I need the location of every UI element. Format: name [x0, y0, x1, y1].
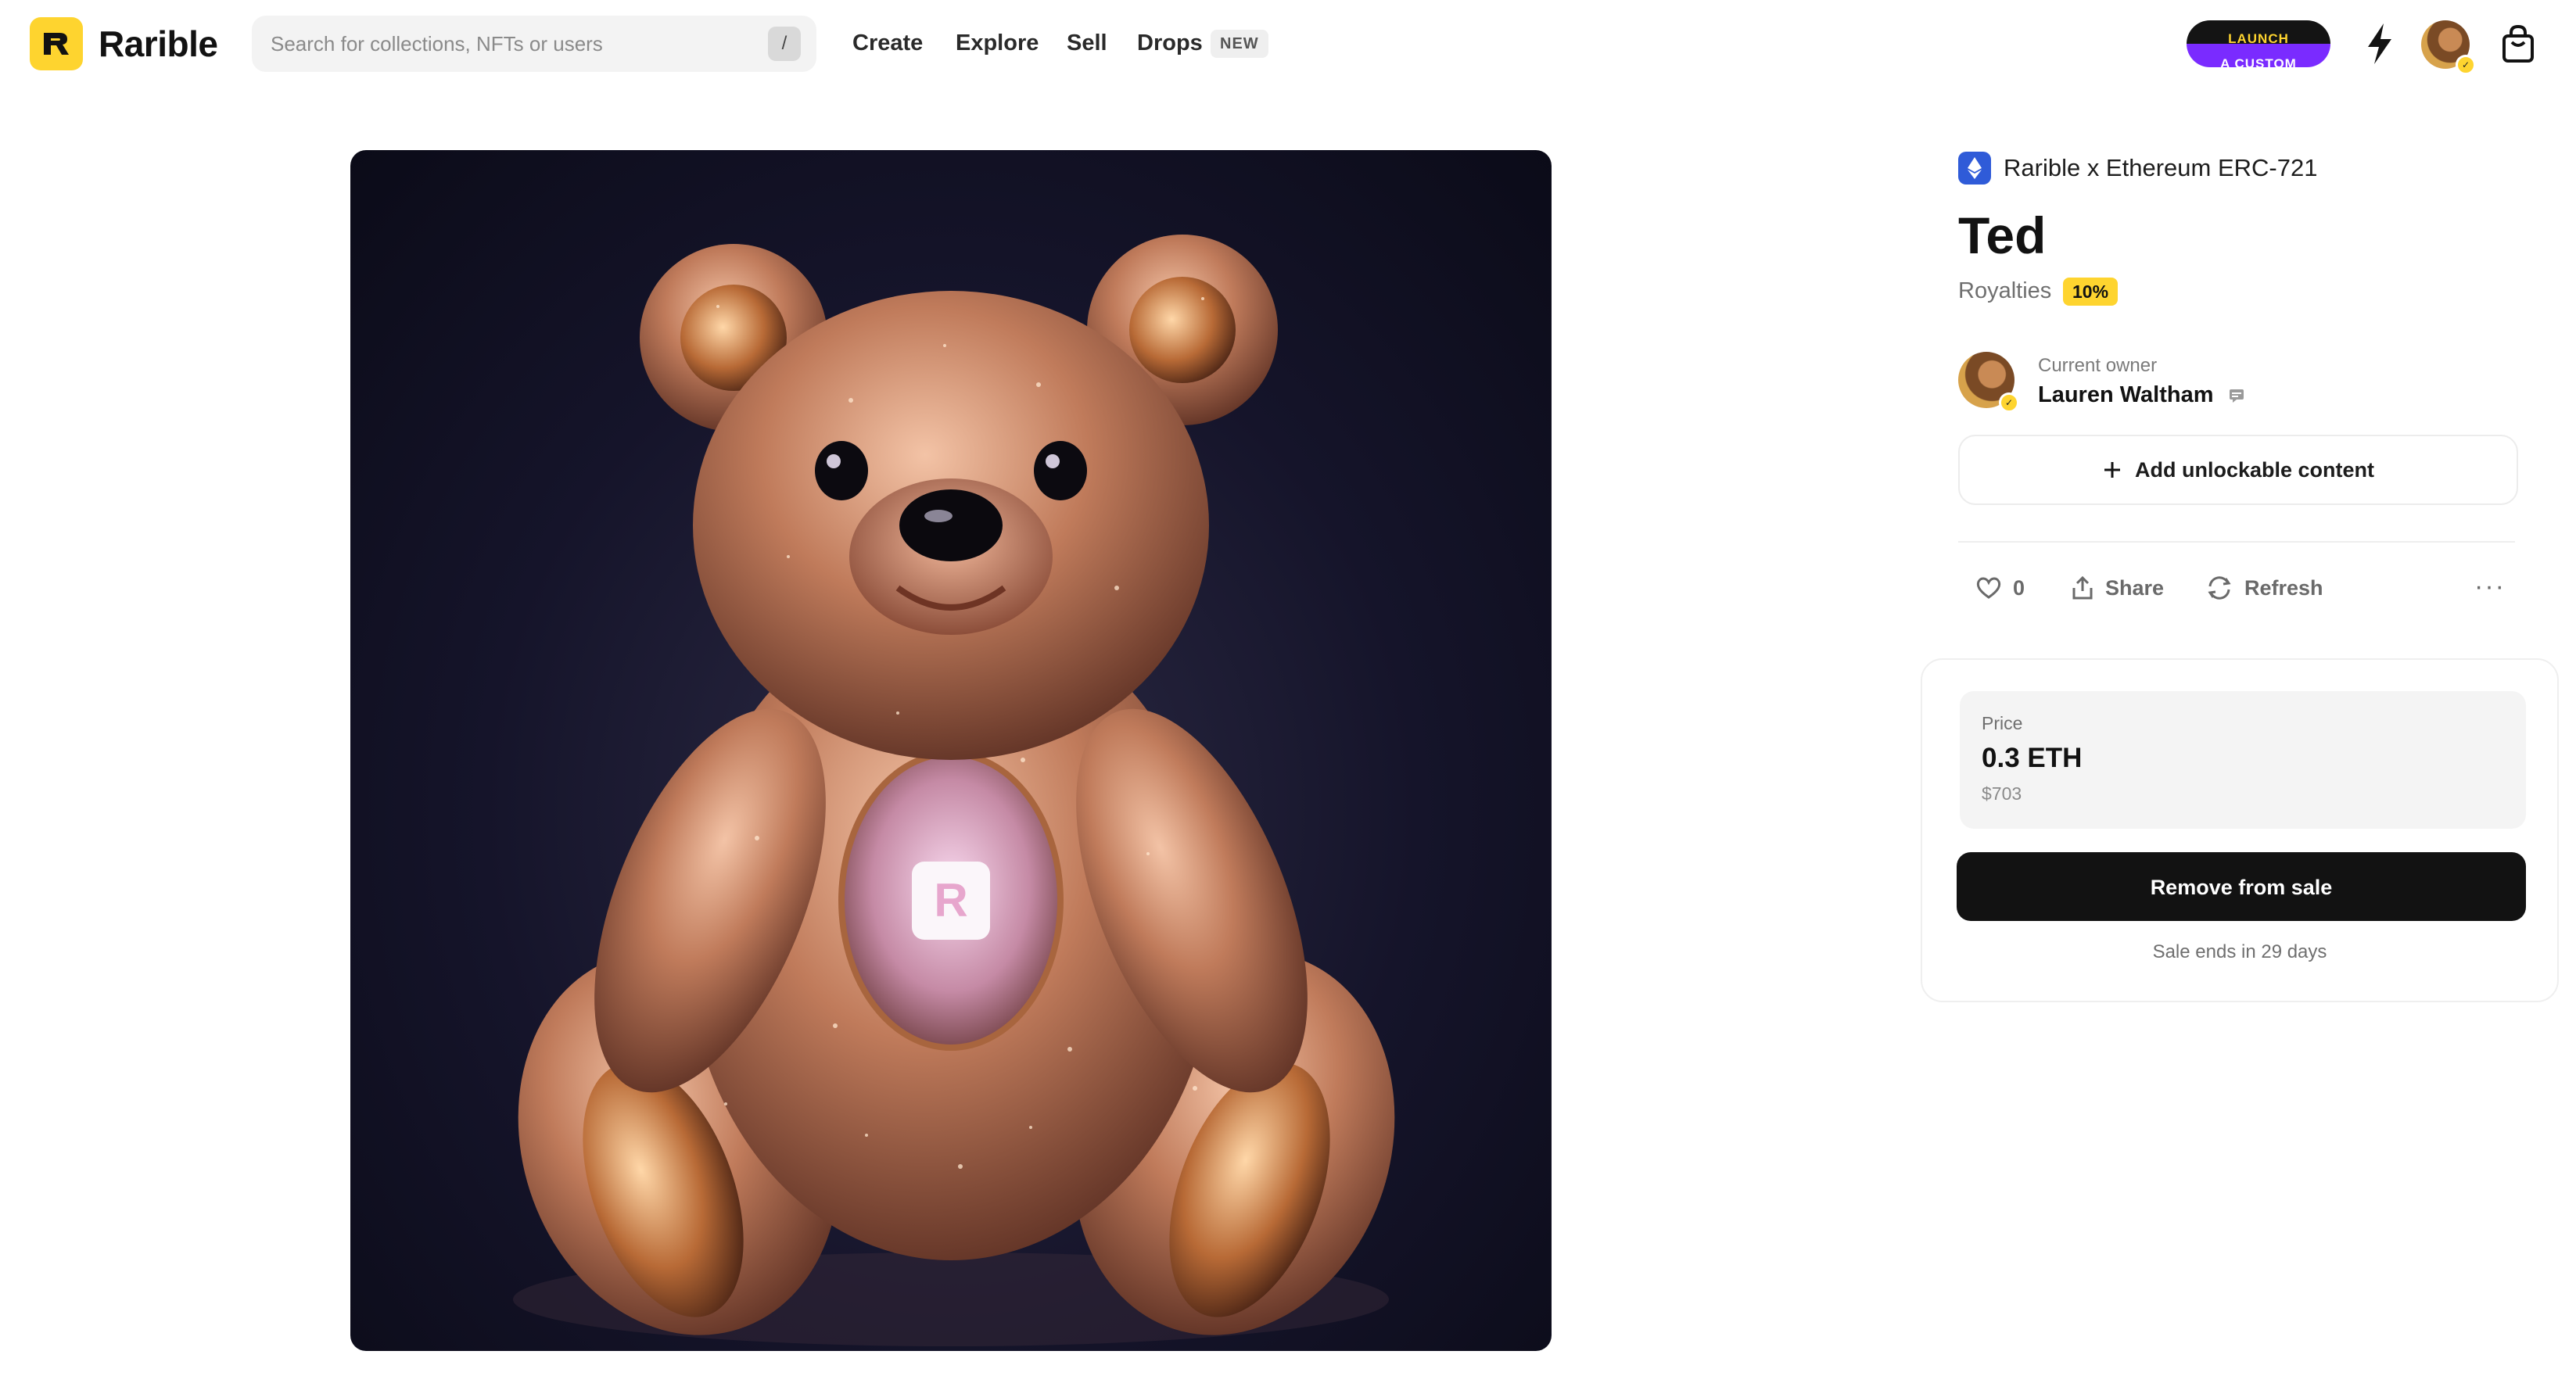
- collection-label[interactable]: Rarible x Ethereum ERC-721: [2004, 152, 2317, 185]
- search-input[interactable]: Search for collections, NFTs or users: [271, 16, 603, 72]
- owner-name[interactable]: Lauren Waltham: [2038, 380, 2245, 410]
- more-options-icon[interactable]: ···: [2474, 571, 2506, 602]
- nav-explore[interactable]: Explore: [956, 23, 1039, 63]
- remove-from-sale-button[interactable]: Remove from sale: [1957, 852, 2526, 921]
- logo-text[interactable]: Rarible: [99, 19, 218, 69]
- message-icon[interactable]: [2228, 387, 2245, 404]
- search-bar[interactable]: Search for collections, NFTs or users /: [252, 16, 816, 72]
- sale-ends-text: Sale ends in 29 days: [2152, 941, 2327, 962]
- add-unlockable-button[interactable]: Add unlockable content: [1958, 435, 2518, 505]
- shopping-bag-icon[interactable]: [2496, 22, 2540, 66]
- like-count: 0: [2013, 575, 2025, 600]
- nav-create[interactable]: Create: [852, 23, 923, 63]
- plus-icon: [2104, 462, 2120, 478]
- owner-name-text[interactable]: Lauren Waltham: [2038, 382, 2214, 407]
- price-label: Price: [1982, 713, 2023, 733]
- share-button[interactable]: Share: [2071, 571, 2164, 605]
- price-usd: $703: [1982, 783, 2022, 804]
- ethereum-icon: [1958, 152, 1991, 185]
- rarible-logo-icon[interactable]: [30, 17, 83, 70]
- refresh-label: Refresh: [2244, 575, 2323, 600]
- verified-icon: ✓: [2456, 55, 2476, 75]
- launch-button[interactable]: LAUNCH A CUSTOM: [2187, 20, 2330, 67]
- royalties-badge: 10%: [2063, 278, 2119, 306]
- price-value: 0.3 ETH: [1982, 743, 2083, 773]
- owner-avatar[interactable]: ✓: [1958, 352, 2019, 413]
- heart-icon: [1976, 577, 2001, 599]
- divider: [1958, 541, 2515, 543]
- lightning-icon[interactable]: [2357, 20, 2402, 67]
- share-icon: [2072, 575, 2093, 600]
- price-box: Price 0.3 ETH $703: [1960, 691, 2526, 829]
- sale-panel: Price 0.3 ETH $703 Remove from sale Sale…: [1921, 658, 2559, 1002]
- belly-logo-text: R: [934, 874, 967, 926]
- nav-drops[interactable]: Drops: [1137, 23, 1203, 63]
- royalties-label: Royalties: [1958, 278, 2052, 303]
- share-label: Share: [2105, 575, 2165, 600]
- avatar[interactable]: ✓: [2421, 20, 2476, 75]
- nav-sell[interactable]: Sell: [1067, 23, 1107, 63]
- page-title: Ted: [1958, 206, 2047, 264]
- refresh-button[interactable]: Refresh: [2205, 571, 2323, 605]
- owner-caption: Current owner: [2038, 355, 2158, 376]
- like-button[interactable]: 0: [1975, 571, 2025, 605]
- launch-line2: A CUSTOM: [2220, 56, 2297, 67]
- teddy-bear-image: R: [513, 235, 1395, 1346]
- search-shortcut-key: /: [768, 27, 801, 61]
- refresh-icon: [2208, 576, 2231, 600]
- add-unlockable-label: Add unlockable content: [2134, 457, 2375, 482]
- nft-artwork[interactable]: R: [350, 150, 1552, 1351]
- verified-icon: ✓: [1999, 392, 2019, 413]
- new-badge: NEW: [1211, 30, 1268, 58]
